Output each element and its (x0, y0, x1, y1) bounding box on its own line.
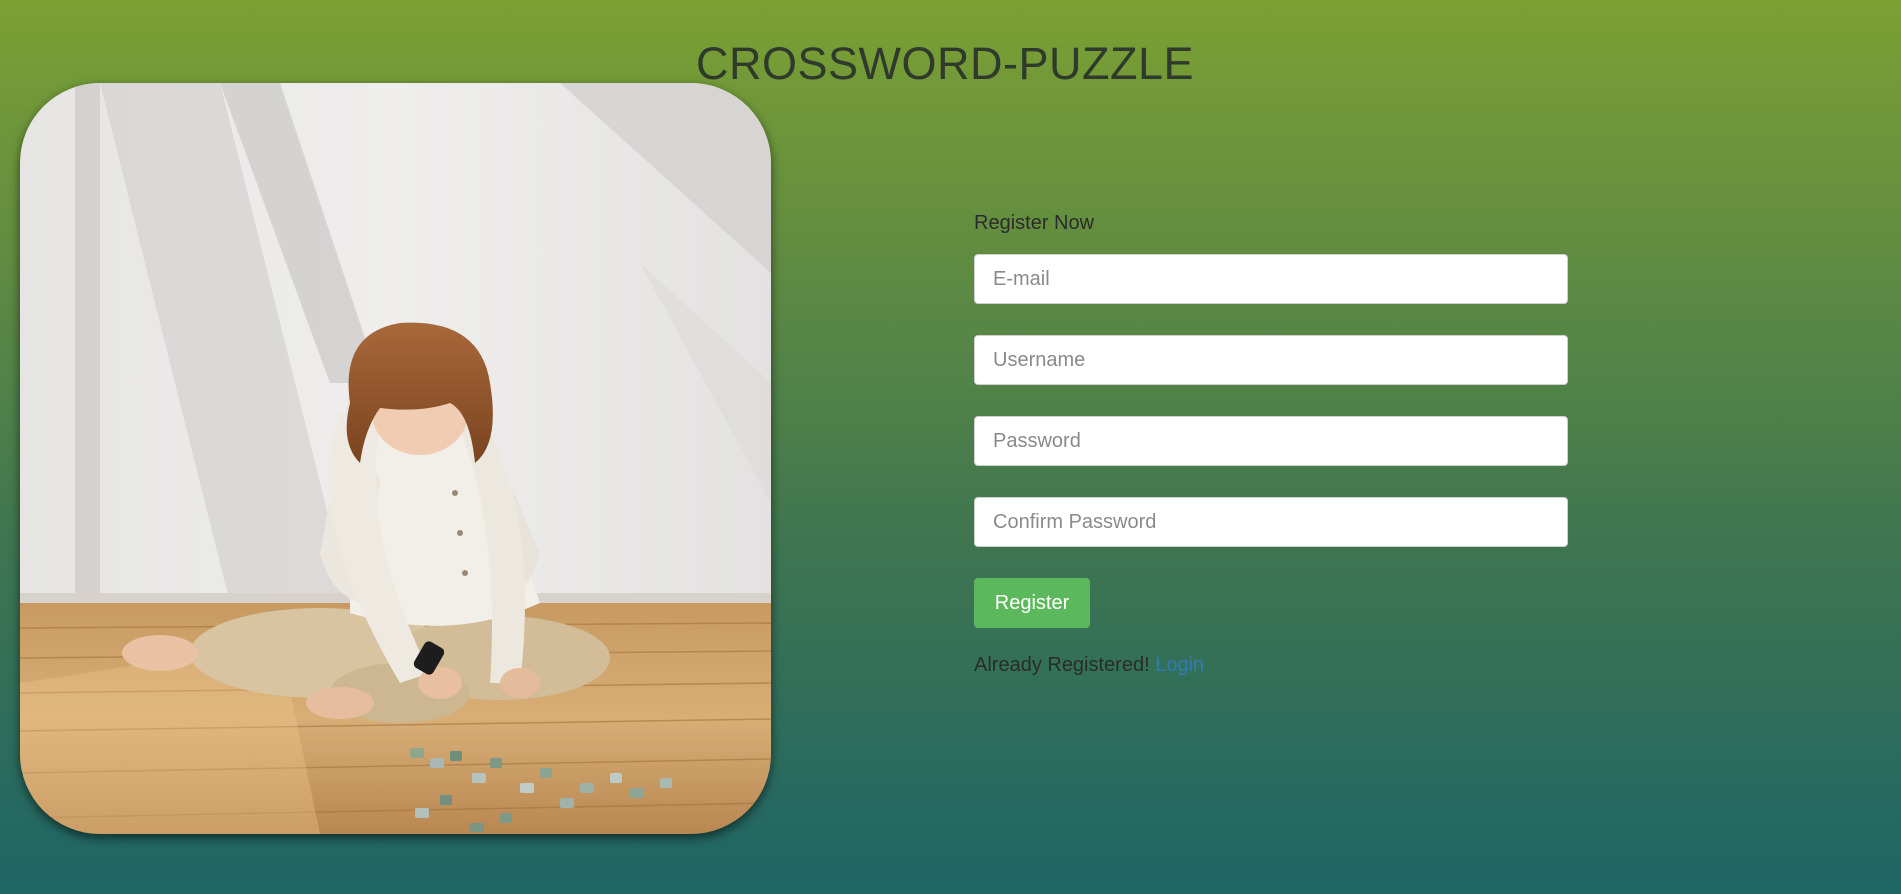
login-link[interactable]: Login (1155, 654, 1204, 676)
login-prompt-text: Already Registered! (974, 654, 1150, 676)
email-input[interactable] (974, 254, 1568, 304)
password-input[interactable] (974, 416, 1568, 466)
confirm-password-input[interactable] (974, 497, 1568, 547)
username-input[interactable] (974, 335, 1568, 385)
register-heading: Register Now (974, 212, 1095, 234)
register-button[interactable]: Register (974, 578, 1090, 628)
login-prompt: Already Registered! Login (974, 654, 1204, 677)
hero-photo (20, 83, 771, 834)
